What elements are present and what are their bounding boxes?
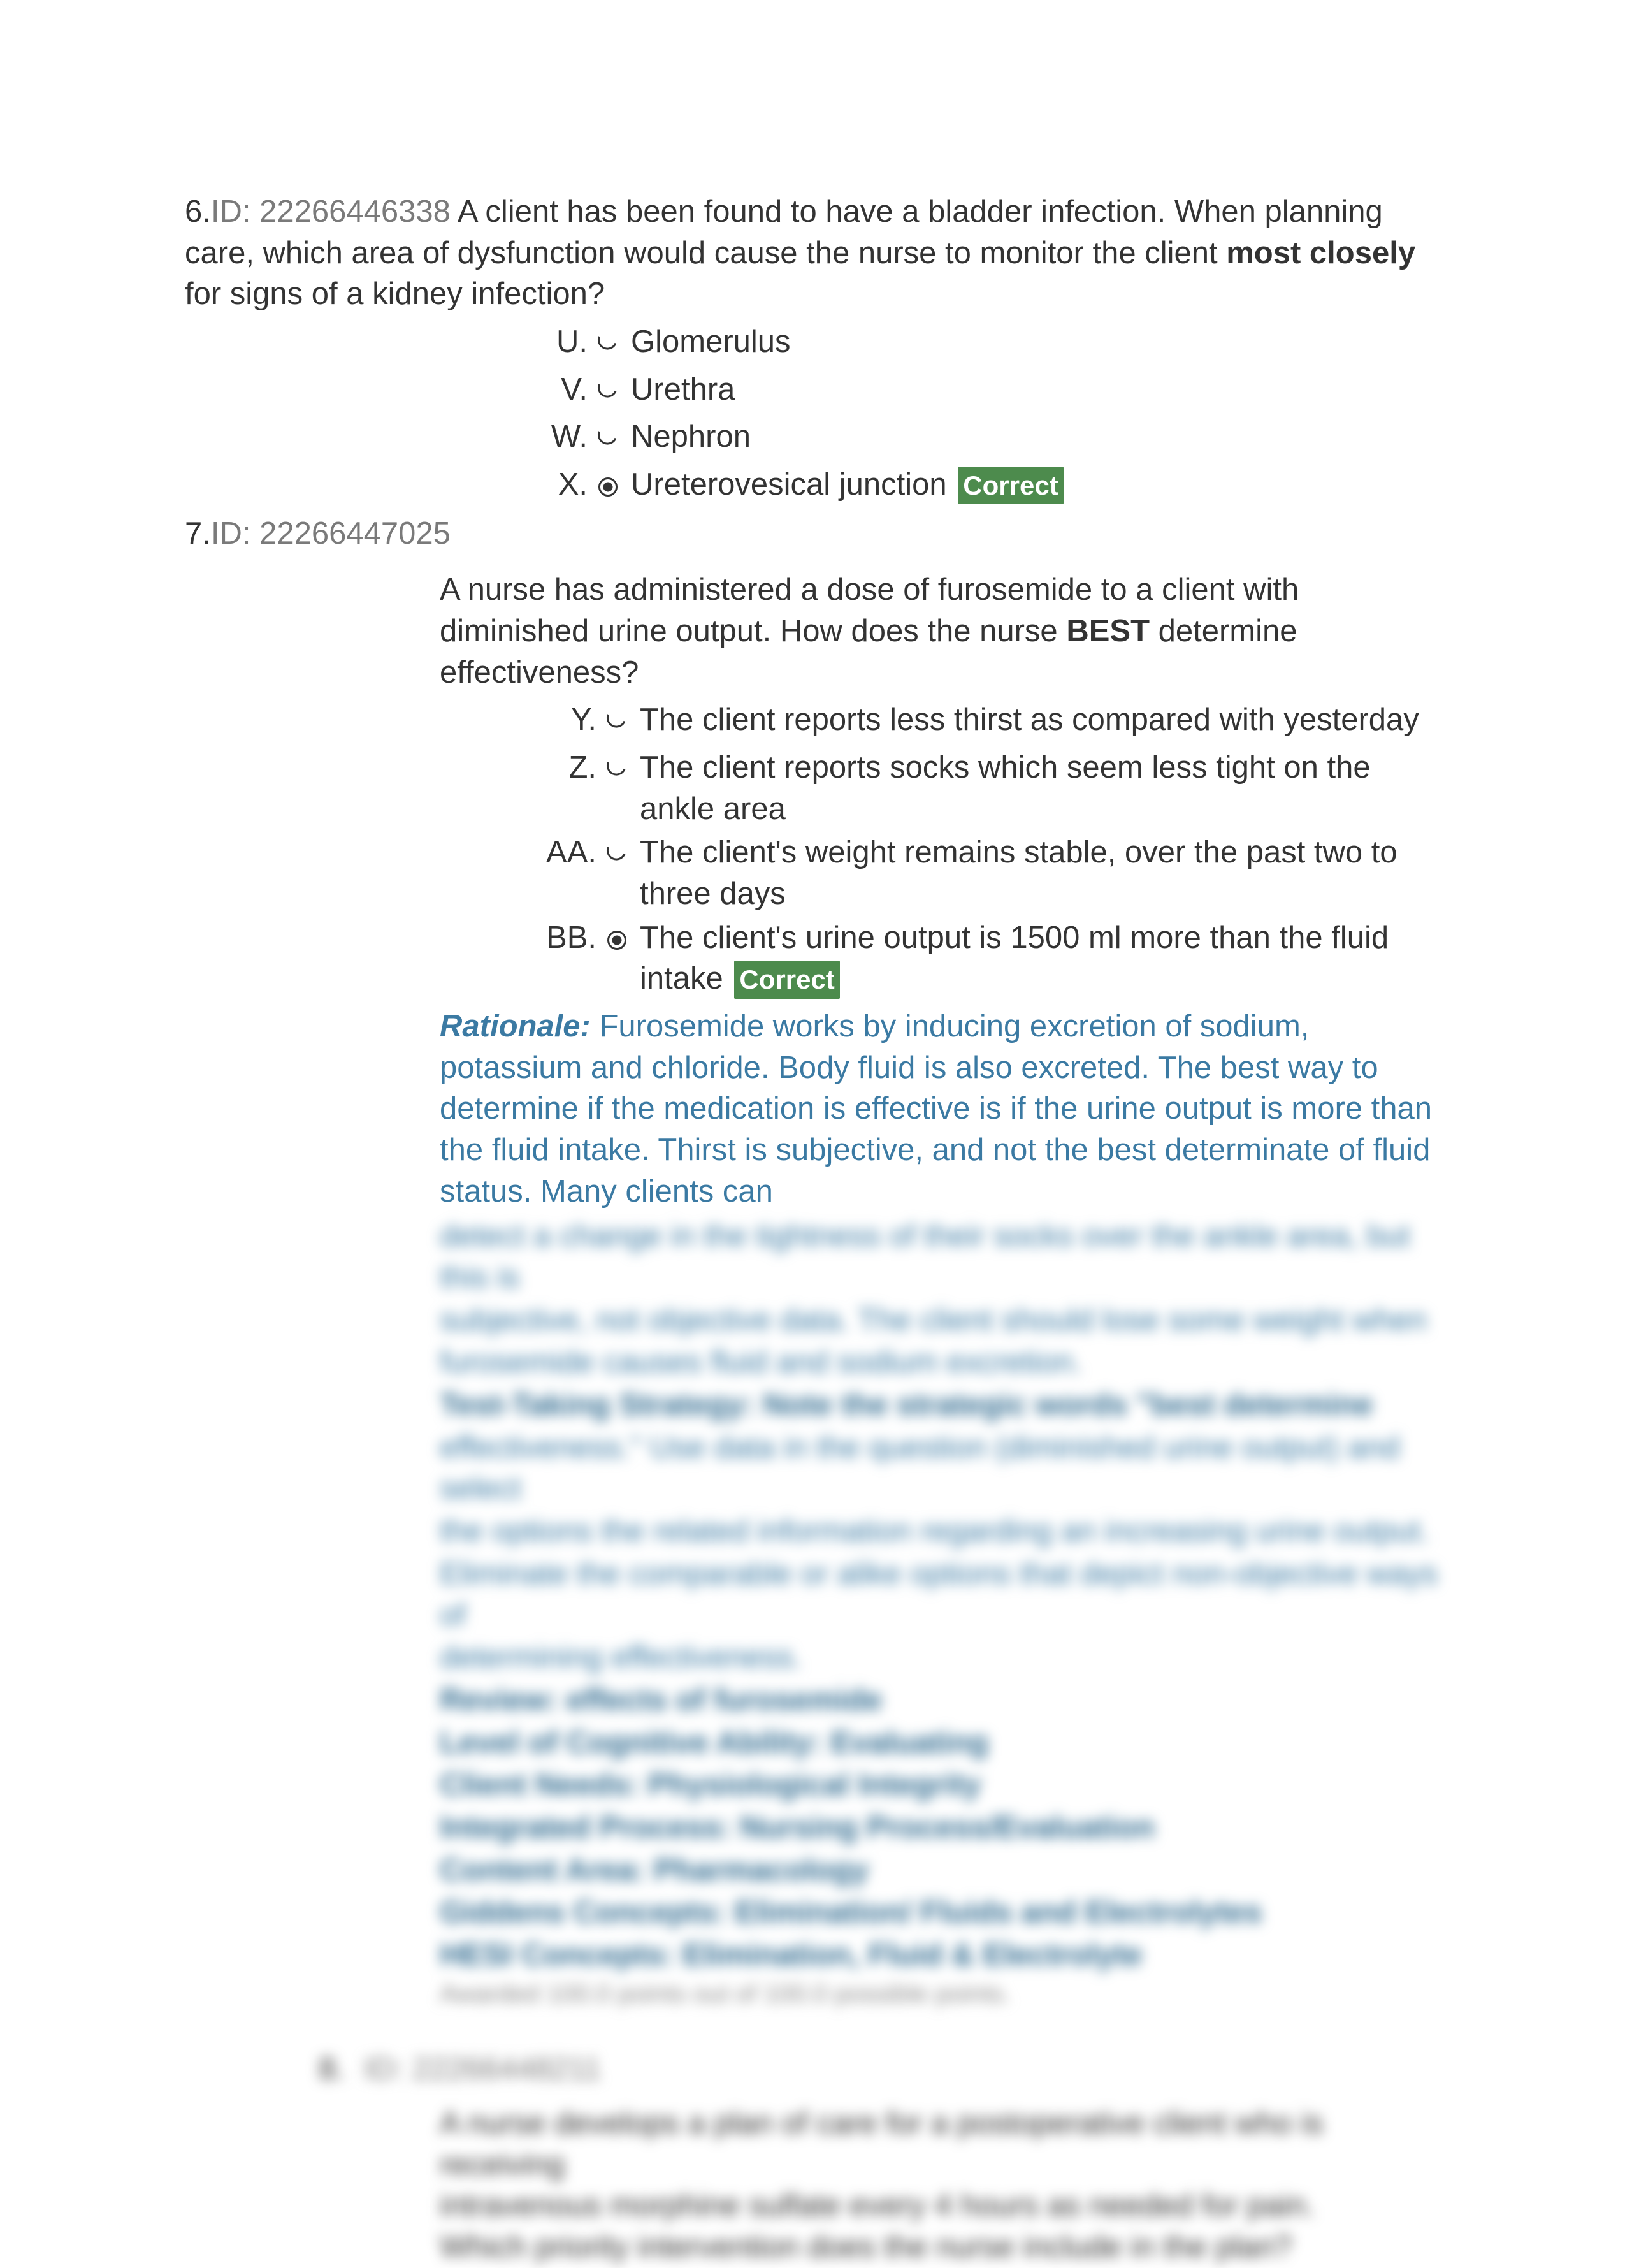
option-letter: BB. <box>542 917 600 959</box>
blur-line: Integrated Process: Nursing Process/Eval… <box>440 1810 1155 1845</box>
blur-line: Level of Cognitive Ability: Evaluating <box>440 1726 988 1760</box>
question-id-value: 22266447025 <box>259 516 451 551</box>
question-id-label: ID: <box>211 516 251 551</box>
option-row: AA. The client's weight remains stable, … <box>542 832 1440 914</box>
blur-line: Giddens Concepts: Elimination/ Fluids an… <box>440 1895 1262 1930</box>
option-letter: U. <box>542 321 591 363</box>
award-line: Awarded 100.0 points out of 100.0 possib… <box>440 1977 1440 2011</box>
blur-line: Review: effects of furosemide <box>440 1683 882 1717</box>
option-letter: AA. <box>542 832 600 873</box>
radio-unchecked-icon[interactable] <box>596 420 619 462</box>
question-id-value: 22266448211 <box>412 2052 601 2086</box>
blur-line: Test-Taking Strategy: Note the strategic… <box>440 1388 1373 1422</box>
option-text: The client's weight remains stable, over… <box>640 832 1440 914</box>
option-row: X. Ureterovesical junction Correct <box>542 464 1440 509</box>
q8-line: A nurse develops a plan of care for a po… <box>440 2103 1440 2185</box>
radio-unchecked-icon[interactable] <box>605 703 628 745</box>
rationale-label: Rationale: <box>440 1009 591 1043</box>
question-7-header: 7.ID: 22266447025 <box>185 513 1440 555</box>
option-text: Nephron <box>631 416 1440 458</box>
question-8-stem: A nurse develops a plan of care for a po… <box>440 2103 1440 2268</box>
question-number: 7. <box>185 516 211 551</box>
question-id-value: 22266446338 <box>259 194 451 229</box>
question-stem-bold: most closely <box>1226 236 1415 270</box>
question-stem-b: for signs of a kidney infection? <box>185 277 605 311</box>
q8-line: intravenous morphine sulfate every 4 hou… <box>440 2185 1440 2227</box>
option-row: U. Glomerulus <box>542 321 1440 367</box>
option-row: W. Nephron <box>542 416 1440 462</box>
blur-line: Eliminate the comparable or alike option… <box>440 1553 1440 1636</box>
option-text: Urethra <box>631 369 1440 411</box>
option-row: Z. The client reports socks which seem l… <box>542 747 1440 829</box>
blur-line: Client Needs: Physiological Integrity <box>440 1768 981 1802</box>
blur-line: the options the related information rega… <box>440 1511 1440 1552</box>
question-stem-bold: BEST <box>1066 614 1150 648</box>
option-text: The client reports socks which seem less… <box>640 747 1440 829</box>
radio-unchecked-icon[interactable] <box>605 836 628 877</box>
option-letter: Z. <box>542 747 600 789</box>
rationale-block: Rationale: Furosemide works by inducing … <box>440 1006 1440 2010</box>
option-row: BB. The client's urine output is 1500 ml… <box>542 917 1440 1000</box>
question-number: 8. <box>319 2049 345 2090</box>
blur-line: detect a change in the tightness of thei… <box>440 1216 1440 1298</box>
radio-unchecked-icon[interactable] <box>596 373 619 414</box>
blur-line: furosemide causes fluid and sodium excre… <box>440 1342 1440 1383</box>
blur-line: subjective, not objective data. The clie… <box>440 1300 1440 1341</box>
radio-unchecked-icon[interactable] <box>605 751 628 792</box>
question-6: 6.ID: 22266446338 A client has been foun… <box>185 191 1440 315</box>
option-letter: X. <box>542 464 591 505</box>
question-id-label: ID: <box>211 194 251 229</box>
option-letter: V. <box>542 369 591 411</box>
radio-unchecked-icon[interactable] <box>596 325 619 367</box>
question-6-options: U. Glomerulus V. Urethra W. Nephron X. U… <box>542 321 1440 509</box>
correct-badge: Correct <box>734 961 839 998</box>
question-id-label: ID: <box>364 2052 404 2086</box>
question-7-options: Y. The client reports less thirst as com… <box>542 699 1440 1000</box>
correct-badge: Correct <box>958 467 1063 504</box>
option-row: V. Urethra <box>542 369 1440 414</box>
option-text: Ureterovesical junction Correct <box>631 464 1440 505</box>
option-row: Y. The client reports less thirst as com… <box>542 699 1440 745</box>
option-letter: Y. <box>542 699 600 741</box>
blur-line: Content Area: Pharmacology <box>440 1853 869 1887</box>
blur-line: HESI Concepts: Elimination, Fluid & Elec… <box>440 1938 1143 1972</box>
option-text: The client's urine output is 1500 ml mor… <box>640 917 1440 1000</box>
q8-line: Which priority intervention does the nur… <box>440 2227 1440 2268</box>
option-text-inner: Ureterovesical junction <box>631 467 947 502</box>
option-text: Glomerulus <box>631 321 1440 363</box>
option-text: The client reports less thirst as compar… <box>640 699 1440 741</box>
question-number: 6. <box>185 194 211 229</box>
question-8-header: 8. ID: 22266448211 <box>319 2049 1440 2090</box>
radio-checked-icon[interactable] <box>605 921 628 963</box>
blurred-content: detect a change in the tightness of thei… <box>440 1216 1440 2010</box>
question-7-stem: A nurse has administered a dose of furos… <box>440 569 1440 693</box>
blur-line: determining effectiveness. <box>440 1637 1440 1678</box>
option-letter: W. <box>542 416 591 458</box>
blur-line: effectiveness." Use data in the question… <box>440 1427 1440 1509</box>
radio-checked-icon[interactable] <box>596 468 619 509</box>
